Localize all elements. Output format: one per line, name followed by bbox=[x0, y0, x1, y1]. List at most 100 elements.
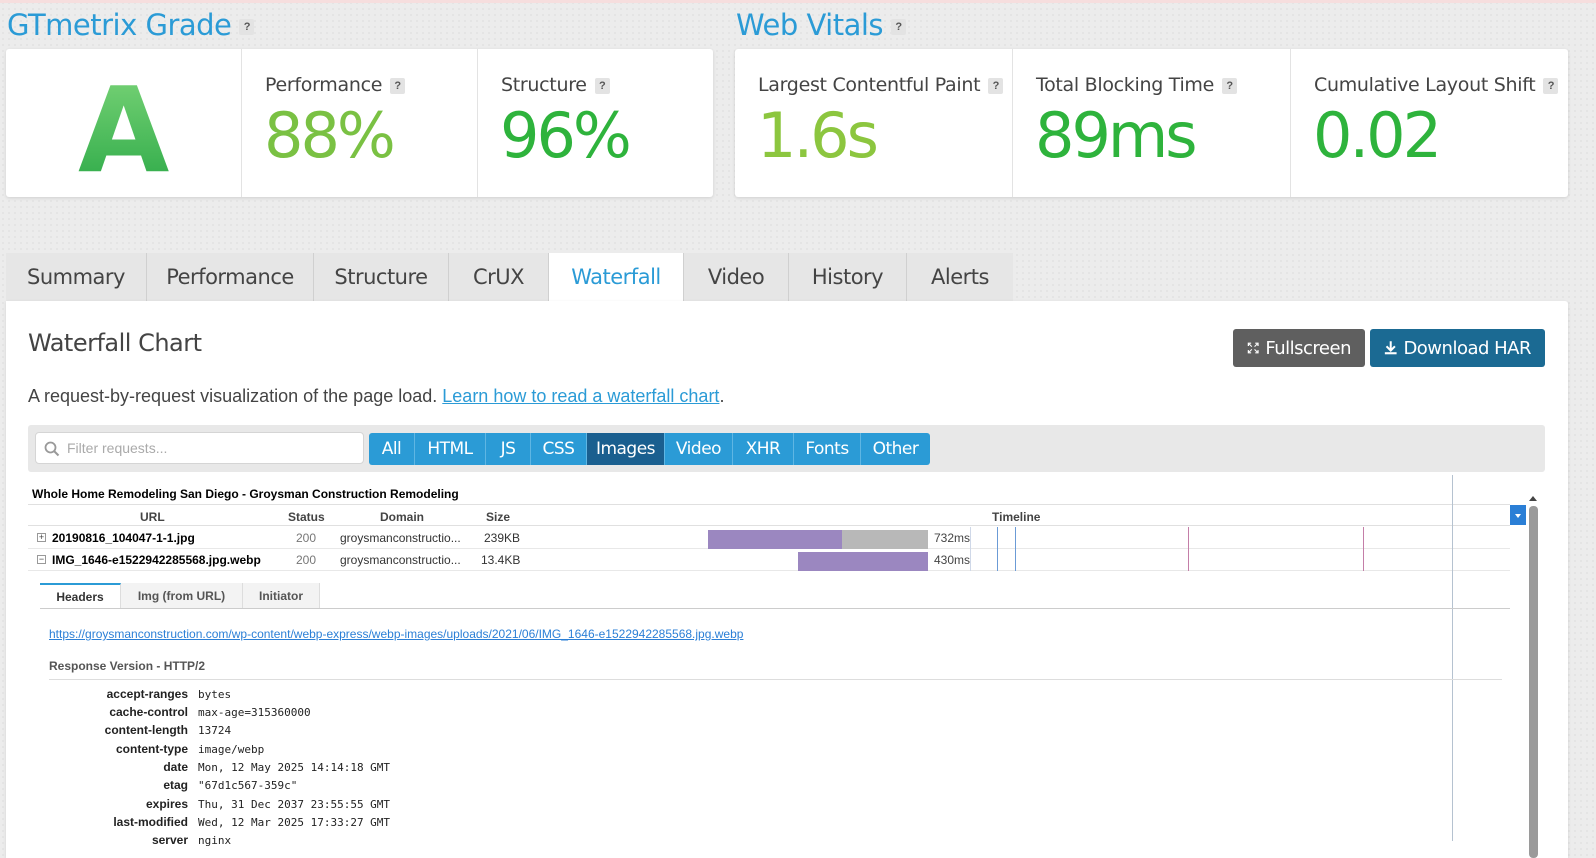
grade-help-icon[interactable]: ? bbox=[239, 19, 255, 35]
detail-tab-initiator[interactable]: Initiator bbox=[243, 583, 320, 609]
detail-tab-img[interactable]: Img (from URL) bbox=[121, 583, 243, 609]
header-value: "67d1c567-359c" bbox=[198, 779, 298, 792]
request-size: 13.4KB bbox=[481, 553, 521, 567]
tbt-help-icon[interactable]: ? bbox=[1222, 77, 1238, 94]
description-text: A request-by-request visualization of th… bbox=[28, 386, 438, 406]
scrollbar-thumb[interactable] bbox=[1529, 506, 1538, 858]
tab-video[interactable]: Video bbox=[684, 253, 789, 301]
top-accent-line bbox=[0, 0, 1596, 3]
lcp-help-icon[interactable]: ? bbox=[988, 77, 1004, 94]
timeline-marker bbox=[970, 527, 971, 571]
report-tabs: Summary Performance Structure CrUX Water… bbox=[6, 253, 1013, 301]
header-key: cache-control bbox=[109, 705, 188, 719]
tbt-cell: Total Blocking Time? 89ms bbox=[1012, 49, 1290, 197]
waterfall-description: A request-by-request visualization of th… bbox=[28, 386, 724, 407]
fullscreen-button[interactable]: Fullscreen bbox=[1233, 329, 1365, 367]
timing-wait-bar[interactable] bbox=[798, 552, 928, 571]
onload-marker bbox=[1188, 527, 1189, 571]
tab-crux[interactable]: CrUX bbox=[449, 253, 549, 301]
filter-images[interactable]: Images bbox=[587, 433, 665, 465]
har-header-row: URL Status Domain Size Timeline bbox=[28, 504, 1510, 526]
caret-down-icon bbox=[1515, 514, 1521, 518]
request-url[interactable]: IMG_1646-e1522942285568.jpg.webp bbox=[52, 553, 261, 567]
header-key: expires bbox=[145, 797, 188, 811]
col-timeline[interactable]: Timeline bbox=[992, 510, 1040, 524]
filter-js[interactable]: JS bbox=[486, 433, 531, 465]
column-menu-button[interactable] bbox=[1510, 505, 1526, 525]
structure-value: 96% bbox=[500, 99, 632, 172]
vitals-help-icon[interactable]: ? bbox=[891, 19, 907, 35]
tbt-value: 89ms bbox=[1035, 99, 1198, 172]
filter-bar: Filter requests... All HTML JS CSS Image… bbox=[28, 425, 1545, 472]
vitals-title-text: Web Vitals bbox=[736, 8, 884, 42]
grade-letter: A bbox=[78, 61, 170, 199]
filter-fonts[interactable]: Fonts bbox=[794, 433, 861, 465]
header-value: nginx bbox=[198, 834, 232, 847]
filter-requests-input[interactable]: Filter requests... bbox=[35, 432, 364, 464]
timing-receive-bar[interactable] bbox=[842, 530, 928, 549]
download-har-button[interactable]: Download HAR bbox=[1370, 329, 1545, 367]
cls-value: 0.02 bbox=[1313, 99, 1442, 172]
structure-cell: Structure? 96% bbox=[477, 49, 713, 197]
request-full-url-link[interactable]: https://groysmanconstruction.com/wp-cont… bbox=[49, 627, 743, 641]
response-divider bbox=[49, 679, 1502, 680]
request-time: 732ms bbox=[934, 531, 971, 545]
header-key: content-type bbox=[116, 742, 188, 756]
filter-xhr[interactable]: XHR bbox=[733, 433, 794, 465]
dom-loaded-marker bbox=[997, 527, 998, 571]
cls-help-icon[interactable]: ? bbox=[1543, 77, 1559, 94]
request-time: 430ms bbox=[934, 553, 971, 567]
timing-wait-bar[interactable] bbox=[708, 530, 842, 549]
tab-history[interactable]: History bbox=[789, 253, 907, 301]
fullscreen-icon bbox=[1247, 342, 1259, 354]
filter-other[interactable]: Other bbox=[861, 433, 930, 465]
header-value: max-age=315360000 bbox=[198, 706, 311, 719]
tab-performance[interactable]: Performance bbox=[147, 253, 314, 301]
col-status[interactable]: Status bbox=[288, 510, 325, 524]
learn-waterfall-link[interactable]: Learn how to read a waterfall chart bbox=[442, 386, 719, 406]
request-row[interactable]: − IMG_1646-e1522942285568.jpg.webp 200 g… bbox=[28, 549, 1510, 571]
tab-structure[interactable]: Structure bbox=[314, 253, 449, 301]
col-size[interactable]: Size bbox=[486, 510, 510, 524]
filter-css[interactable]: CSS bbox=[531, 433, 587, 465]
collapse-icon[interactable]: − bbox=[37, 555, 46, 564]
grade-panel: A Performance? 88% Structure? 96% bbox=[6, 49, 713, 199]
timeline-end-line bbox=[1452, 475, 1453, 841]
cls-label: Cumulative Layout Shift? bbox=[1314, 74, 1559, 96]
expand-icon[interactable]: + bbox=[37, 533, 46, 542]
grade-title-text: GTmetrix Grade bbox=[7, 8, 232, 42]
tab-alerts[interactable]: Alerts bbox=[907, 253, 1013, 301]
detail-tab-headers[interactable]: Headers bbox=[40, 583, 121, 609]
col-domain[interactable]: Domain bbox=[380, 510, 424, 524]
waterfall-scrollbar[interactable] bbox=[1526, 492, 1540, 858]
scroll-up-icon[interactable] bbox=[1526, 492, 1540, 506]
request-status: 200 bbox=[296, 531, 317, 545]
dom-interactive-marker bbox=[1015, 527, 1016, 571]
tab-summary[interactable]: Summary bbox=[6, 253, 147, 301]
header-value: Thu, 31 Dec 2037 23:55:55 GMT bbox=[198, 798, 391, 811]
performance-cell: Performance? 88% bbox=[241, 49, 477, 197]
col-url[interactable]: URL bbox=[140, 510, 165, 524]
filter-video[interactable]: Video bbox=[665, 433, 733, 465]
performance-label: Performance? bbox=[265, 74, 406, 96]
performance-help-icon[interactable]: ? bbox=[390, 77, 406, 94]
filter-all[interactable]: All bbox=[369, 433, 415, 465]
header-key: etag bbox=[163, 778, 188, 792]
header-value: bytes bbox=[198, 688, 232, 701]
header-value: image/webp bbox=[198, 743, 265, 756]
header-value: Wed, 12 Mar 2025 17:33:27 GMT bbox=[198, 816, 391, 829]
request-size: 239KB bbox=[484, 531, 521, 545]
request-row[interactable]: + 20190816_104047-1-1.jpg 200 groysmanco… bbox=[28, 527, 1510, 549]
header-key: accept-ranges bbox=[106, 687, 188, 701]
download-icon bbox=[1384, 341, 1397, 355]
request-domain: groysmanconstructio... bbox=[340, 531, 461, 545]
structure-help-icon[interactable]: ? bbox=[594, 77, 610, 94]
request-detail-tabs: Headers Img (from URL) Initiator bbox=[40, 583, 320, 609]
tab-waterfall[interactable]: Waterfall bbox=[549, 253, 684, 301]
filter-html[interactable]: HTML bbox=[415, 433, 486, 465]
request-domain: groysmanconstructio... bbox=[340, 553, 461, 567]
header-key: server bbox=[151, 833, 188, 847]
vitals-panel: Largest Contentful Paint? 1.6s Total Blo… bbox=[735, 49, 1568, 197]
grade-section-title: GTmetrix Grade? bbox=[7, 8, 255, 42]
request-url[interactable]: 20190816_104047-1-1.jpg bbox=[52, 531, 195, 545]
